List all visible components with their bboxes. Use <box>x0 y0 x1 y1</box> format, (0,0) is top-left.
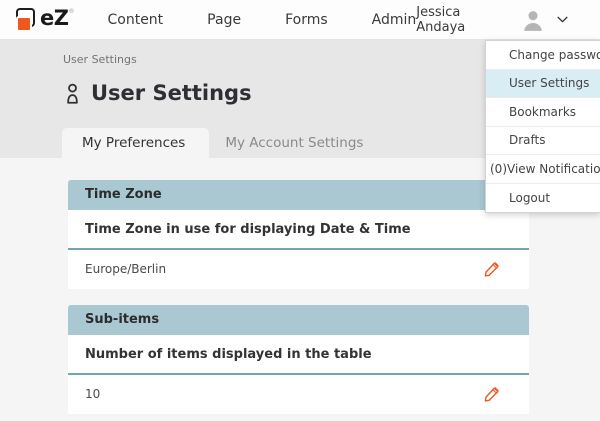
section-body: Time Zone in use for displaying Date & T… <box>68 210 529 289</box>
menu-item-change-password[interactable]: Change password <box>486 41 600 70</box>
sub-items-section: Sub-items Number of items displayed in t… <box>68 305 529 414</box>
menu-item-user-settings[interactable]: User Settings <box>486 70 600 99</box>
logo-registered-mark: ® <box>68 8 74 15</box>
logo-text: eZ <box>40 5 68 32</box>
section-header: Sub-items <box>68 305 529 335</box>
edit-time-zone-button[interactable] <box>483 260 501 278</box>
edit-sub-items-button[interactable] <box>483 385 501 403</box>
nav-item-forms[interactable]: Forms <box>285 12 328 28</box>
field-label: Number of items displayed in the table <box>68 335 529 375</box>
page-title: User Settings <box>91 81 252 105</box>
menu-item-logout[interactable]: Logout <box>486 184 600 213</box>
nav-item-content[interactable]: Content <box>107 12 163 28</box>
menu-item-label: View Notifications <box>507 162 600 176</box>
nav-item-page[interactable]: Page <box>207 12 241 28</box>
time-zone-value: Europe/Berlin <box>85 262 166 276</box>
field-row: 10 <box>68 375 529 414</box>
user-dropdown-menu: Change password User Settings Bookmarks … <box>485 40 600 213</box>
pencil-icon <box>483 385 501 403</box>
user-menu-trigger[interactable]: Jessica Andaya <box>416 5 570 35</box>
ez-logo-icon <box>14 7 40 34</box>
time-zone-section: Time Zone Time Zone in use for displayin… <box>68 180 529 289</box>
section-body: Number of items displayed in the table 1… <box>68 335 529 414</box>
section-header: Time Zone <box>68 180 529 210</box>
menu-item-drafts[interactable]: Drafts <box>486 127 600 156</box>
field-row: Europe/Berlin <box>68 250 529 289</box>
main-nav: Content Page Forms Admin <box>107 12 416 28</box>
menu-item-view-notifications[interactable]: (0) View Notifications <box>486 155 600 184</box>
chevron-down-icon <box>555 12 570 27</box>
menu-item-bookmarks[interactable]: Bookmarks <box>486 98 600 127</box>
avatar <box>520 7 546 33</box>
logo-orange-square <box>18 18 30 30</box>
ez-logo[interactable]: eZ ® <box>14 5 74 34</box>
tab-my-account-settings[interactable]: My Account Settings <box>209 128 387 158</box>
pencil-icon <box>483 260 501 278</box>
top-navigation-bar: eZ ® Content Page Forms Admin Jessica An… <box>0 0 600 40</box>
field-label: Time Zone in use for displaying Date & T… <box>68 210 529 250</box>
tab-my-preferences[interactable]: My Preferences <box>62 128 209 158</box>
sub-items-value: 10 <box>85 387 100 401</box>
user-icon <box>62 82 83 105</box>
app-window: eZ ® Content Page Forms Admin Jessica An… <box>0 0 600 421</box>
nav-item-admin[interactable]: Admin <box>372 12 417 28</box>
tab-bar: My Preferences My Account Settings <box>62 128 387 158</box>
notification-count: (0) <box>490 162 507 176</box>
user-name: Jessica Andaya <box>416 5 511 35</box>
